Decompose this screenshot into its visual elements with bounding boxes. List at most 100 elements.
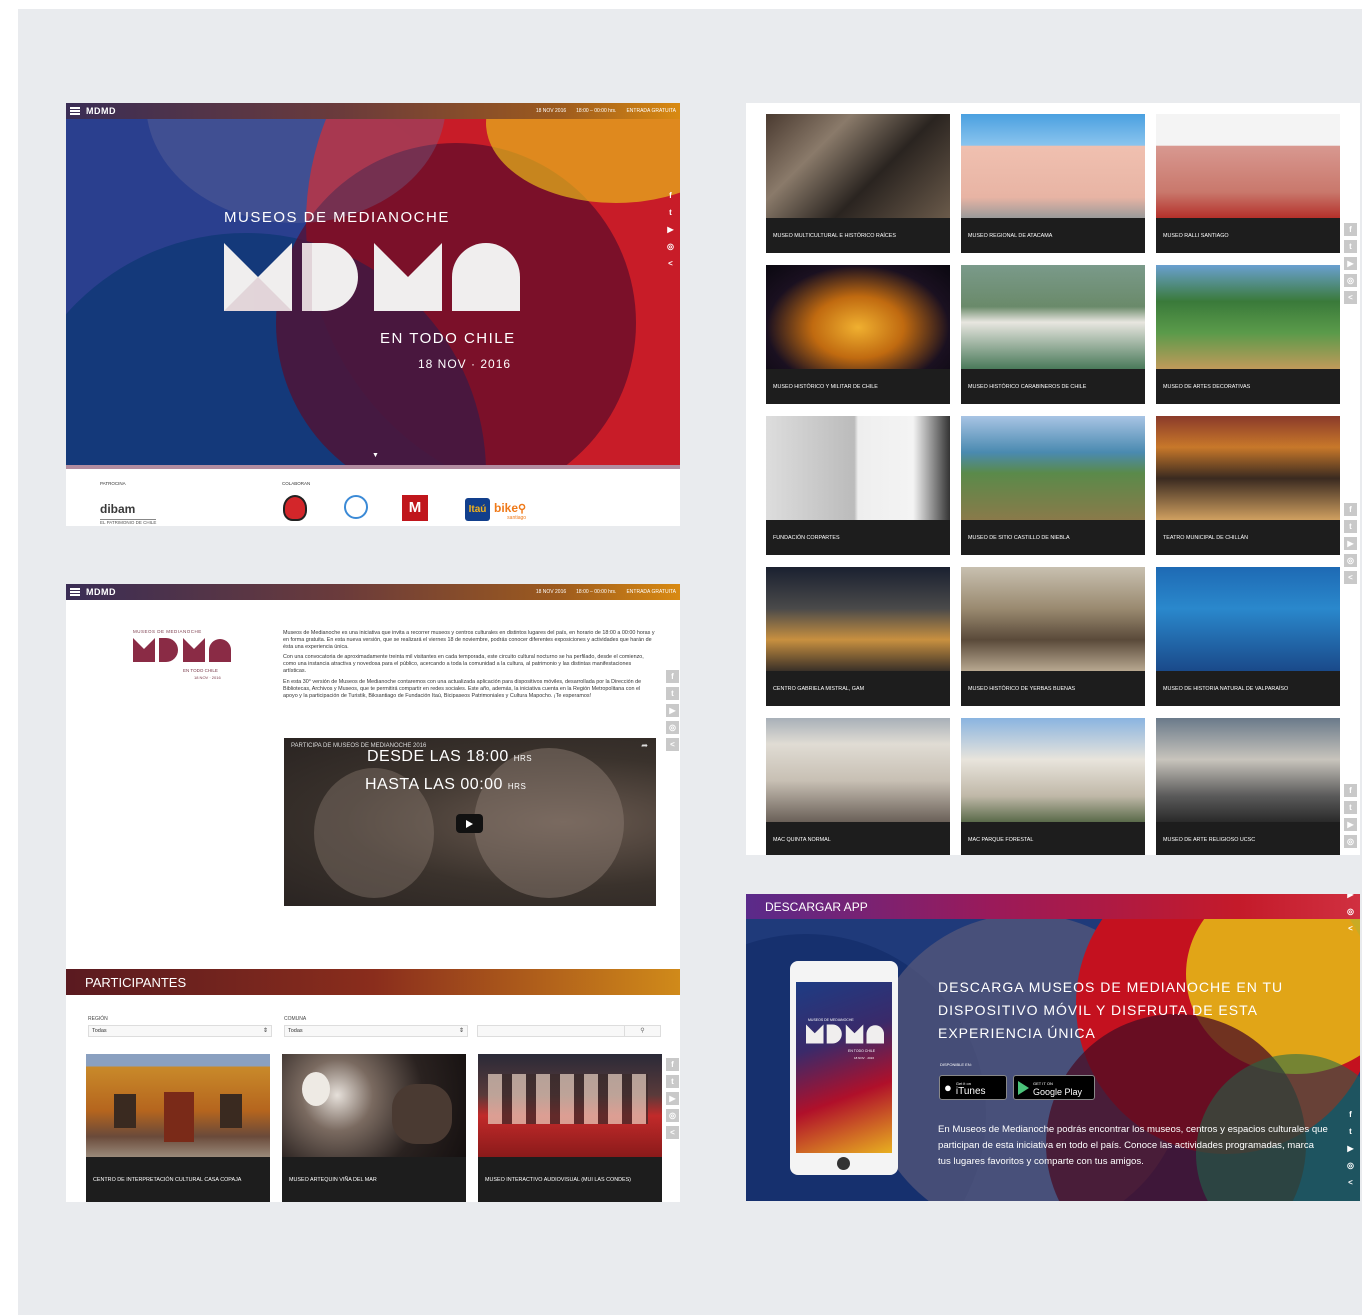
instagram-icon[interactable]: ◎ — [1344, 905, 1357, 918]
youtube-icon[interactable]: ▶ — [1344, 537, 1357, 550]
museum-card[interactable]: MUSEO DE ARTE RELIGIOSO UCSC — [1156, 718, 1340, 855]
itunes-button[interactable]: ● Get it on iTunes — [939, 1075, 1007, 1100]
instagram-icon[interactable]: ◎ — [666, 1109, 679, 1122]
museum-photo — [766, 114, 950, 218]
instagram-icon[interactable]: ◎ — [664, 240, 677, 253]
museum-photo — [1156, 416, 1340, 520]
search-input[interactable]: ⚲ — [477, 1025, 661, 1037]
museum-card[interactable]: MUSEO HISTÓRICO CARABINEROS DE CHILE — [961, 265, 1145, 404]
photo-detail — [114, 1094, 136, 1128]
mapocho-logo[interactable]: M — [402, 495, 428, 521]
museum-card-label: MAC QUINTA NORMAL — [766, 822, 950, 855]
photo-detail — [488, 1074, 648, 1124]
phone-mockup: MUSEOS DE MEDIANOCHE EN TODO CHILE 18 NO… — [790, 961, 898, 1175]
youtube-icon[interactable]: ▶ — [1344, 818, 1357, 831]
share-icon[interactable]: < — [1344, 1176, 1357, 1189]
museum-card[interactable]: MAC PARQUE FORESTAL — [961, 718, 1145, 855]
participantes-header: PARTICIPANTES — [66, 969, 680, 995]
phone-date: 18 NOV · 2016 — [854, 1056, 875, 1060]
bicipaseos-logo[interactable] — [344, 495, 368, 519]
facebook-icon[interactable]: f — [1344, 784, 1357, 797]
share-icon[interactable]: < — [666, 1126, 679, 1139]
instagram-icon[interactable]: ◎ — [1344, 1159, 1357, 1172]
museum-card[interactable]: FUNDACIÓN CORPARTES — [766, 416, 950, 555]
instagram-icon[interactable]: ◎ — [1344, 274, 1357, 287]
museum-card[interactable]: MUSEO REGIONAL DE ATACAMA — [961, 114, 1145, 253]
social-bar: f t ▶ ◎ < — [1344, 223, 1357, 304]
facebook-icon[interactable]: f — [1344, 503, 1357, 516]
comuna-select[interactable]: Todas ⇕ — [284, 1025, 468, 1037]
instagram-icon[interactable]: ◎ — [1344, 835, 1357, 848]
twitter-icon[interactable]: t — [664, 206, 677, 219]
museum-card[interactable]: MUSEO RALLI SANTIAGO — [1156, 114, 1340, 253]
twitter-icon[interactable]: t — [1344, 801, 1357, 814]
youtube-icon[interactable]: ▶ — [1344, 894, 1357, 901]
instagram-icon[interactable]: ◎ — [666, 721, 679, 734]
share-icon[interactable]: < — [664, 257, 677, 270]
about-paragraph: Con una convocatoria de aproximadamente … — [283, 654, 644, 675]
museum-card[interactable]: MAC QUINTA NORMAL — [766, 718, 950, 855]
turistik-logo[interactable] — [283, 495, 307, 521]
museum-photo — [1156, 718, 1340, 822]
youtube-icon[interactable]: ▶ — [1344, 1142, 1357, 1155]
itau-logo[interactable]: Itaú — [465, 498, 490, 521]
youtube-icon[interactable]: ▶ — [664, 223, 677, 236]
museum-card[interactable]: MUSEO HISTÓRICO DE YERBAS BUENAS — [961, 567, 1145, 706]
top-bar-logo[interactable]: MDMD — [86, 106, 116, 116]
search-icon[interactable]: ⚲ — [624, 1026, 660, 1036]
youtube-icon[interactable]: ▶ — [666, 1092, 679, 1105]
google-play-button[interactable]: GET IT ON Google Play — [1013, 1075, 1095, 1100]
bike-santiago-logo[interactable]: bike⚲ santiago — [494, 501, 526, 521]
participant-card[interactable]: CENTRO DE INTERPRETACIÓN CULTURAL CASA C… — [86, 1054, 270, 1202]
twitter-icon[interactable]: t — [1344, 520, 1357, 533]
play-button[interactable] — [456, 814, 483, 833]
museum-card[interactable]: MUSEO DE ARTES DECORATIVAS — [1156, 265, 1340, 404]
museum-card[interactable]: MUSEO DE SITIO CASTILLO DE NIEBLA — [961, 416, 1145, 555]
share-icon[interactable]: < — [1344, 571, 1357, 584]
facebook-icon[interactable]: f — [666, 670, 679, 683]
museum-card[interactable]: MUSEO HISTÓRICO Y MILITAR DE CHILE — [766, 265, 950, 404]
share-icon[interactable]: < — [666, 738, 679, 751]
share-icon[interactable]: < — [1344, 291, 1357, 304]
google-play-label: Google Play — [1033, 1086, 1083, 1097]
share-icon[interactable]: < — [1344, 922, 1357, 935]
colaboran-label: COLABORAN — [282, 481, 311, 486]
share-icon[interactable]: ➦ — [641, 741, 648, 750]
video-line-1-unit: HRS — [513, 754, 533, 763]
twitter-icon[interactable]: t — [666, 1075, 679, 1088]
participant-card-label: CENTRO DE INTERPRETACIÓN CULTURAL CASA C… — [86, 1157, 270, 1202]
twitter-icon[interactable]: t — [1344, 1125, 1357, 1138]
itau-wordmark: Itaú — [468, 504, 487, 515]
menu-icon[interactable] — [70, 107, 80, 115]
museum-card-label: MUSEO MULTICULTURAL E HISTÓRICO RAÍCES — [766, 218, 950, 253]
menu-icon[interactable] — [70, 588, 80, 596]
dibam-logo[interactable]: dibam EL PATRIMONIO DE CHILE — [100, 500, 157, 525]
youtube-icon[interactable]: ▶ — [666, 704, 679, 717]
museum-photo — [766, 416, 950, 520]
region-select[interactable]: Todas ⇕ — [88, 1025, 272, 1037]
instagram-icon[interactable]: ◎ — [1344, 554, 1357, 567]
social-bar: f t ▶ ◎ < — [1344, 1108, 1357, 1189]
facebook-icon[interactable]: f — [1344, 1108, 1357, 1121]
twitter-icon[interactable]: t — [666, 687, 679, 700]
top-bar-logo[interactable]: MDMD — [86, 587, 116, 597]
google-play-icon — [1018, 1080, 1029, 1095]
youtube-icon[interactable]: ▶ — [1344, 257, 1357, 270]
museum-card[interactable]: MUSEO MULTICULTURAL E HISTÓRICO RAÍCES — [766, 114, 950, 253]
museum-photo — [961, 718, 1145, 822]
scroll-down-icon[interactable]: ▼ — [372, 452, 379, 459]
itunes-label: iTunes — [955, 1085, 986, 1097]
museum-card[interactable]: CENTRO GABRIELA MISTRAL, GAM — [766, 567, 950, 706]
facebook-icon[interactable]: f — [1344, 223, 1357, 236]
video-player[interactable]: PARTICIPA DE MUSEOS DE MEDIANOCHE 2016 ➦… — [284, 738, 656, 906]
participant-card[interactable]: MUSEO INTERACTIVO AUDIOVISUAL (MUI LAS C… — [478, 1054, 662, 1202]
facebook-icon[interactable]: f — [664, 189, 677, 202]
facebook-icon[interactable]: f — [666, 1058, 679, 1071]
museum-card[interactable]: TEATRO MUNICIPAL DE CHILLÁN — [1156, 416, 1340, 555]
twitter-icon[interactable]: t — [1344, 240, 1357, 253]
itunes-text: Get it on iTunes — [955, 1080, 986, 1097]
app-headline: DESCARGA MUSEOS DE MEDIANOCHE EN TU DISP… — [938, 979, 1284, 1041]
museum-card[interactable]: MUSEO DE HISTORIA NATURAL DE VALPARAÍSO — [1156, 567, 1340, 706]
phone-screen: MUSEOS DE MEDIANOCHE EN TODO CHILE 18 NO… — [796, 982, 892, 1153]
participant-card[interactable]: MUSEO ARTEQUIN VIÑA DEL MAR — [282, 1054, 466, 1202]
